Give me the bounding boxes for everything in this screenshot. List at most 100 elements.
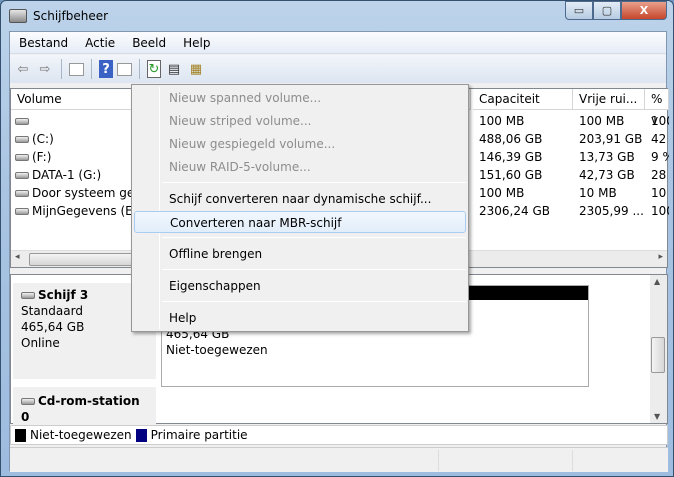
row-capacity[interactable]: 100 MB	[479, 112, 573, 130]
context-menu-item[interactable]: Eigenschappen	[134, 275, 466, 297]
maximize-button[interactable]: ▢	[593, 1, 621, 20]
menu-bestand[interactable]: Bestand	[10, 36, 76, 50]
legend: Niet-toegewezen Primaire partitie	[10, 425, 668, 445]
cdrom-label[interactable]: Cd-rom-station 0 Dvd (D:)	[13, 387, 156, 440]
cell-text: 28	[651, 168, 667, 182]
cell-text: (C:)	[32, 132, 54, 146]
row-capacity[interactable]: 146,39 GB	[479, 148, 573, 166]
disk-management-window: Schijfbeheer ▭ ▢ X Bestand Actie Beeld H…	[0, 0, 674, 477]
console-tree-icon[interactable]	[69, 62, 84, 76]
cell-text: 488,06 GB	[479, 132, 543, 146]
context-menu-item[interactable]: Help	[134, 307, 466, 329]
app-icon	[9, 9, 27, 23]
row-free[interactable]: 13,73 GB	[579, 148, 645, 166]
cell-text: 13,73 GB	[579, 150, 635, 164]
window-title: Schijfbeheer	[33, 9, 109, 23]
row-free[interactable]: 42,73 GB	[579, 166, 645, 184]
settings-icon[interactable]: ▦	[187, 60, 205, 78]
refresh-icon[interactable]: ↻	[147, 60, 161, 78]
cell-text: 10 MB	[579, 186, 617, 200]
disk-status: Online	[21, 336, 60, 350]
help-icon[interactable]: ?	[99, 60, 113, 78]
title-bar: Schijfbeheer	[9, 5, 108, 27]
context-menu-item[interactable]: Offline brengen	[134, 243, 466, 265]
row-pct[interactable]: 42	[651, 130, 669, 148]
context-menu-item[interactable]: Converteren naar MBR-schijf	[134, 211, 466, 233]
context-menu-item: Nieuw spanned volume...	[169, 91, 322, 105]
cell-text: 146,39 GB	[479, 150, 543, 164]
properties-icon[interactable]: ▤	[165, 60, 183, 78]
column-free[interactable]: Vrije rui...	[573, 89, 645, 110]
cell-text: 151,60 GB	[479, 168, 543, 182]
status-bar	[10, 447, 668, 472]
volume-icon	[15, 154, 29, 161]
cell-text: 42,73 GB	[579, 168, 635, 182]
context-menu-item: Nieuw striped volume...	[169, 114, 312, 128]
row-free[interactable]: 2305,99 ...	[579, 202, 645, 220]
back-icon[interactable]: ⇦	[14, 60, 32, 78]
cell-text: 100	[651, 114, 669, 128]
cell-text: 100	[651, 204, 669, 218]
menu-separator	[162, 182, 466, 183]
cell-text: 100 MB	[479, 114, 525, 128]
volume-icon	[15, 136, 29, 143]
legend-primary: Primaire partitie	[150, 428, 248, 442]
row-capacity[interactable]: 488,06 GB	[479, 130, 573, 148]
cell-text: 2305,99 ...	[579, 204, 644, 218]
cell-text: 203,91 GB	[579, 132, 643, 146]
toolbar: ⇦ ⇨ ? ↻ ▤ ▦	[10, 55, 666, 83]
disk-type: Standaard	[21, 304, 83, 318]
close-button[interactable]: X	[621, 1, 667, 20]
legend-swatch-primary	[135, 428, 147, 442]
volume-icon	[15, 172, 29, 179]
menu-bar: Bestand Actie Beeld Help	[10, 32, 666, 54]
menu-separator	[162, 301, 466, 302]
column-percent[interactable]: % v	[645, 89, 669, 127]
menu-separator	[162, 269, 466, 270]
cell-text: 42	[651, 132, 667, 146]
row-capacity[interactable]: 2306,24 GB	[479, 202, 573, 220]
context-menu-item: Nieuw RAID-5-volume...	[169, 160, 311, 174]
menu-help[interactable]: Help	[174, 36, 218, 50]
row-pct[interactable]: 9 %	[651, 148, 669, 166]
vertical-scrollbar[interactable]: ▲ ▼	[650, 275, 667, 423]
row-free[interactable]: 203,91 GB	[579, 130, 645, 148]
context-menu-item[interactable]: Schijf converteren naar dynamische schij…	[134, 188, 466, 210]
volume-icon	[15, 118, 29, 125]
cell-text: 100 MB	[579, 114, 625, 128]
row-capacity[interactable]: 151,60 GB	[479, 166, 573, 184]
column-capacity[interactable]: Capaciteit	[473, 89, 573, 110]
legend-unallocated: Niet-toegewezen	[30, 428, 132, 442]
menu-beeld[interactable]: Beeld	[123, 36, 174, 50]
disk-icon	[21, 292, 35, 299]
row-pct[interactable]: 10	[651, 184, 669, 202]
cdrom-name: Cd-rom-station 0	[21, 394, 140, 424]
cell-text: MijnGegevens (E:)	[32, 204, 142, 218]
row-pct[interactable]: 28	[651, 166, 669, 184]
action-pane-icon[interactable]	[117, 62, 132, 76]
volume-icon	[15, 190, 29, 197]
forward-icon[interactable]: ⇨	[36, 60, 54, 78]
disk-size: 465,64 GB	[21, 320, 85, 334]
context-menu: Nieuw spanned volume... Nieuw striped vol…	[131, 84, 469, 332]
partition-label: Niet-toegewezen	[166, 343, 268, 357]
cell-text: 2306,24 GB	[479, 204, 550, 218]
cell-text: (F:)	[32, 150, 52, 164]
row-pct[interactable]: 100	[651, 112, 669, 130]
cdrom-icon	[21, 398, 35, 405]
cell-text: 9 %	[651, 150, 669, 164]
row-free[interactable]: 100 MB	[579, 112, 645, 130]
cell-text: 10	[651, 186, 667, 200]
menu-separator	[162, 237, 466, 238]
disk-name: Schijf 3	[38, 288, 89, 302]
scrollbar-thumb[interactable]	[651, 337, 665, 373]
legend-swatch-unallocated	[15, 428, 26, 442]
row-pct[interactable]: 100	[651, 202, 669, 220]
cell-text: 100 MB	[479, 186, 525, 200]
volume-icon	[15, 208, 29, 215]
row-free[interactable]: 10 MB	[579, 184, 645, 202]
row-capacity[interactable]: 100 MB	[479, 184, 573, 202]
minimize-button[interactable]: ▭	[565, 1, 593, 20]
cell-text: DATA-1 (G:)	[32, 168, 102, 182]
menu-actie[interactable]: Actie	[76, 36, 123, 50]
